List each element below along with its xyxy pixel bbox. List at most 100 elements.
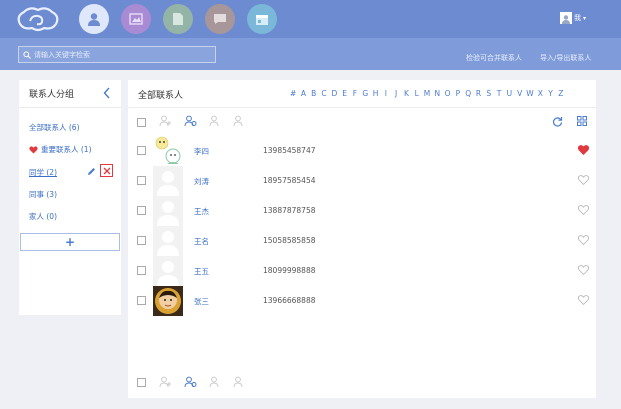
alphabet-letter[interactable]: V: [515, 89, 525, 98]
delete-group-button[interactable]: [100, 164, 113, 177]
alphabet-letter[interactable]: P: [453, 89, 463, 98]
remove-contact-icon[interactable]: [232, 376, 245, 388]
table-row[interactable]: 王杰 13887878758: [128, 196, 596, 226]
remove-contact-icon[interactable]: [232, 115, 245, 127]
row-checkbox[interactable]: [137, 206, 146, 215]
group-item-classmates[interactable]: 同学 (2): [29, 167, 57, 178]
move-contact-icon[interactable]: [208, 115, 221, 127]
grid-view-icon[interactable]: [577, 116, 587, 126]
contact-name[interactable]: 李四: [194, 146, 209, 157]
cloud-logo-icon[interactable]: [14, 4, 62, 34]
row-checkbox[interactable]: [137, 176, 146, 185]
contact-phone: 13985458747: [263, 146, 316, 155]
table-row[interactable]: 王名 15058585858: [128, 226, 596, 256]
nav-message-button[interactable]: [205, 4, 235, 34]
alphabet-letter[interactable]: U: [504, 89, 514, 98]
alphabet-letter[interactable]: L: [412, 89, 422, 98]
heart-icon[interactable]: [578, 145, 589, 155]
alphabet-letter[interactable]: R: [473, 89, 483, 98]
alphabet-letter[interactable]: Z: [556, 89, 566, 98]
user-menu[interactable]: 我 ▾: [560, 12, 586, 24]
avatar: [153, 196, 183, 226]
alphabet-letter[interactable]: W: [525, 89, 535, 98]
alphabet-letter[interactable]: B: [309, 89, 319, 98]
add-group-button[interactable]: +: [20, 233, 120, 251]
merge-contacts-link[interactable]: 检验可合并联系人: [466, 53, 522, 63]
row-checkbox[interactable]: [137, 236, 146, 245]
search-box[interactable]: [18, 46, 216, 63]
top-bar: 我 ▾: [0, 0, 621, 38]
contact-name[interactable]: 王名: [194, 236, 209, 247]
row-checkbox[interactable]: [137, 296, 146, 305]
heart-icon[interactable]: [578, 295, 589, 305]
alphabet-letter[interactable]: #: [288, 89, 298, 98]
import-export-link[interactable]: 导入/导出联系人: [540, 53, 591, 63]
group-item-colleagues[interactable]: 同事 (3): [29, 189, 57, 200]
alphabet-letter[interactable]: N: [432, 89, 442, 98]
nav-contacts-button[interactable]: [79, 4, 109, 34]
contact-phone: 18099998888: [263, 266, 316, 275]
contacts-header: 全部联系人 # A B C D E F G H I J K L M N O P Q R S T U V W X Y Z: [128, 80, 596, 108]
group-contact-icon[interactable]: [184, 115, 197, 127]
alphabet-letter[interactable]: Q: [463, 89, 473, 98]
table-row[interactable]: 李四 13985458747: [128, 136, 596, 166]
add-contact-icon[interactable]: [159, 376, 172, 388]
heart-icon[interactable]: [578, 265, 589, 275]
alphabet-letter[interactable]: A: [298, 89, 308, 98]
alphabet-letter[interactable]: E: [339, 89, 349, 98]
select-all-checkbox-bottom[interactable]: [137, 378, 146, 387]
select-all-checkbox[interactable]: [137, 118, 146, 127]
contact-name[interactable]: 刘涛: [194, 176, 209, 187]
alphabet-letter[interactable]: H: [370, 89, 380, 98]
heart-icon[interactable]: [578, 175, 589, 185]
table-row[interactable]: 王五 18099998888: [128, 256, 596, 286]
pencil-icon[interactable]: [87, 167, 96, 176]
nav-file-button[interactable]: [163, 4, 193, 34]
contact-phone: 13966668888: [263, 296, 316, 305]
group-item-family[interactable]: 家人 (0): [29, 211, 57, 222]
contacts-footer-toolbar: [128, 374, 596, 394]
alphabet-letter[interactable]: M: [422, 89, 432, 98]
contact-name[interactable]: 王五: [194, 266, 209, 277]
alphabet-letter[interactable]: D: [329, 89, 339, 98]
alphabet-index: # A B C D E F G H I J K L M N O P Q R S T U V W X Y Z: [288, 89, 566, 98]
group-item-important[interactable]: 重要联系人 (1): [29, 144, 92, 155]
chevron-left-icon[interactable]: [103, 87, 111, 99]
search-input[interactable]: [34, 50, 214, 59]
alphabet-letter[interactable]: C: [319, 89, 329, 98]
sub-bar: 检验可合并联系人 导入/导出联系人: [0, 38, 621, 70]
calendar-icon: [256, 14, 268, 25]
nav-calendar-button[interactable]: [247, 4, 277, 34]
group-item-all[interactable]: 全部联系人 (6): [29, 122, 80, 133]
photo-icon: [129, 13, 143, 25]
chevron-down-icon: ▾: [583, 14, 587, 22]
alphabet-letter[interactable]: T: [494, 89, 504, 98]
nav-photo-button[interactable]: [121, 4, 151, 34]
alphabet-letter[interactable]: G: [360, 89, 370, 98]
add-contact-icon[interactable]: [159, 115, 172, 127]
table-row[interactable]: 张三 13966668888: [128, 286, 596, 316]
alphabet-letter[interactable]: Y: [545, 89, 555, 98]
alphabet-letter[interactable]: S: [484, 89, 494, 98]
avatar: [153, 286, 183, 316]
message-icon: [214, 14, 226, 24]
contact-name[interactable]: 张三: [194, 296, 209, 307]
table-row[interactable]: 刘涛 18957585454: [128, 166, 596, 196]
contact-phone: 13887878758: [263, 206, 316, 215]
row-checkbox[interactable]: [137, 266, 146, 275]
alphabet-letter[interactable]: K: [401, 89, 411, 98]
heart-icon[interactable]: [578, 235, 589, 245]
alphabet-letter[interactable]: X: [535, 89, 545, 98]
group-contact-icon[interactable]: [184, 376, 197, 388]
move-contact-icon[interactable]: [208, 376, 221, 388]
heart-icon[interactable]: [578, 205, 589, 215]
alphabet-letter[interactable]: J: [391, 89, 401, 98]
alphabet-letter[interactable]: I: [381, 89, 391, 98]
row-checkbox[interactable]: [137, 146, 146, 155]
refresh-icon[interactable]: [552, 116, 563, 127]
heart-icon: [29, 145, 38, 154]
alphabet-letter[interactable]: O: [442, 89, 452, 98]
alphabet-letter[interactable]: F: [350, 89, 360, 98]
groups-panel: 联系人分组 全部联系人 (6) 重要联系人 (1) 同学 (2) 同事 (3) …: [19, 80, 121, 315]
contact-name[interactable]: 王杰: [194, 206, 209, 217]
